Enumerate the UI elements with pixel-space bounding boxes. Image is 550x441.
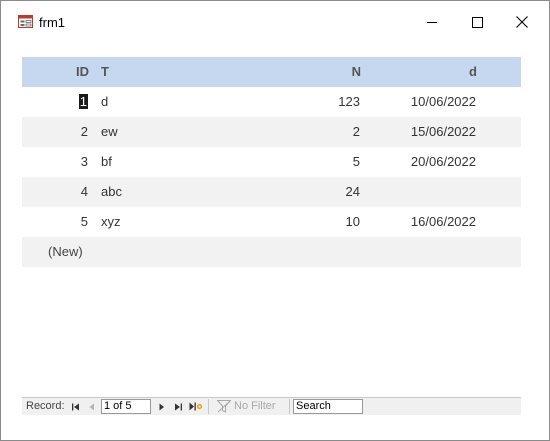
selected-cell-value: 1	[78, 94, 88, 109]
cell-id[interactable]: 4	[81, 177, 88, 207]
minimize-button[interactable]	[409, 1, 455, 43]
header-row: ID T N d	[22, 57, 521, 87]
cell-id[interactable]: 5	[81, 207, 88, 237]
previous-record-button[interactable]	[86, 398, 98, 415]
cell-n[interactable]: 2	[353, 117, 360, 147]
last-record-button[interactable]	[172, 398, 184, 415]
table-row[interactable]: 5 xyz 10 16/06/2022	[22, 207, 521, 237]
column-header-id[interactable]: ID	[76, 57, 89, 87]
new-record-row[interactable]: (New)	[22, 237, 521, 267]
previous-record-icon	[89, 403, 94, 410]
column-header-n[interactable]: N	[352, 57, 361, 87]
first-record-button[interactable]	[70, 398, 82, 415]
record-number-input[interactable]: 1 of 5	[101, 399, 151, 414]
first-record-icon	[72, 403, 79, 410]
new-record-label: (New)	[48, 244, 83, 259]
table-row[interactable]: 2 ew 2 15/06/2022	[22, 117, 521, 147]
record-label: Record:	[26, 400, 65, 412]
next-record-icon	[159, 403, 164, 410]
filter-icon	[217, 400, 231, 413]
cell-t[interactable]: ew	[101, 117, 118, 147]
cell-t[interactable]: bf	[101, 147, 112, 177]
cell-n[interactable]: 10	[346, 207, 360, 237]
nav-separator	[208, 399, 209, 414]
cell-d[interactable]: 15/06/2022	[411, 117, 476, 147]
search-input[interactable]: Search	[293, 399, 363, 414]
record-navigation-bar: Record: 1 of 5 No Filter Search	[22, 397, 521, 415]
datasheet-grid: ID T N d 1 d 123 10/06/2022 2 ew 2 15/06…	[22, 57, 521, 267]
filter-button-icon-wrap[interactable]	[215, 398, 233, 415]
cell-d[interactable]: 10/06/2022	[411, 87, 476, 117]
cell-t[interactable]: d	[101, 87, 108, 117]
horizontal-scroll-area[interactable]	[365, 398, 521, 415]
table-row[interactable]: 1 d 123 10/06/2022	[22, 87, 521, 117]
table-row[interactable]: 3 bf 5 20/06/2022	[22, 147, 521, 177]
form-window: frm1 ID T N d 1 d 123 10/06/2022 2 ew 2 …	[0, 0, 550, 441]
table-row[interactable]: 4 abc 24	[22, 177, 521, 207]
close-icon	[516, 16, 528, 28]
close-button[interactable]	[499, 1, 545, 43]
column-header-d[interactable]: d	[469, 57, 477, 87]
new-record-button[interactable]	[188, 398, 204, 415]
cell-id[interactable]: 3	[81, 147, 88, 177]
form-icon	[18, 15, 33, 28]
nav-separator	[289, 399, 290, 414]
cell-n[interactable]: 5	[353, 147, 360, 177]
new-record-icon	[189, 402, 203, 411]
maximize-icon	[471, 16, 483, 28]
cell-t[interactable]: xyz	[101, 207, 121, 237]
no-filter-button[interactable]: No Filter	[234, 398, 276, 415]
window-title: frm1	[39, 15, 65, 30]
title-bar[interactable]: frm1	[1, 1, 549, 43]
column-header-t[interactable]: T	[101, 57, 109, 87]
minimize-icon	[426, 21, 437, 23]
cell-id[interactable]: 2	[81, 117, 88, 147]
cell-t[interactable]: abc	[101, 177, 122, 207]
next-record-button[interactable]	[156, 398, 168, 415]
cell-d[interactable]: 20/06/2022	[411, 147, 476, 177]
last-record-icon	[175, 403, 182, 410]
maximize-button[interactable]	[454, 1, 500, 43]
cell-n[interactable]: 123	[338, 87, 360, 117]
cell-n[interactable]: 24	[346, 177, 360, 207]
cell-id[interactable]: 1	[78, 87, 88, 117]
cell-d[interactable]: 16/06/2022	[411, 207, 476, 237]
